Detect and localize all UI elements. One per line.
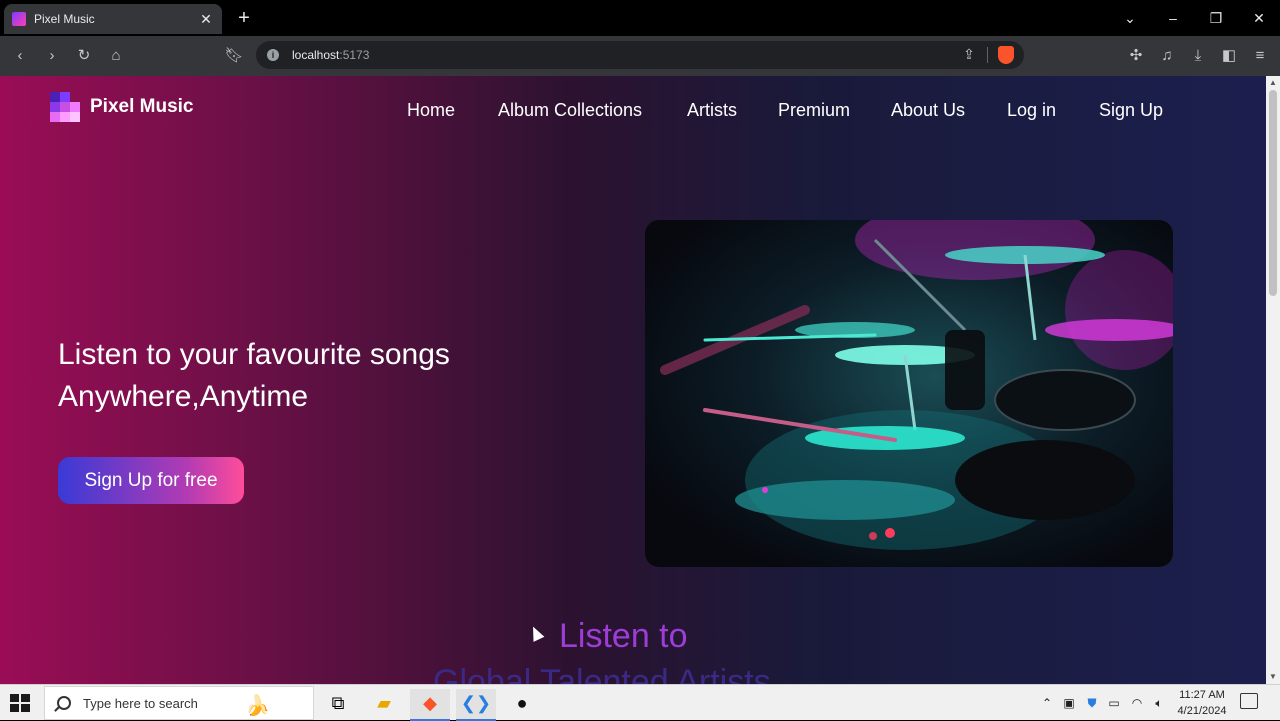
- address-url: localhost:5173: [292, 48, 369, 62]
- scroll-thumb[interactable]: [1269, 90, 1277, 296]
- file-explorer-icon[interactable]: ▰: [364, 689, 404, 721]
- search-icon: [57, 696, 71, 710]
- taskbar-search-box[interactable]: Type here to search 🍌: [44, 686, 314, 720]
- security-shield-icon[interactable]: ⛊: [1084, 685, 1100, 721]
- notifications-icon[interactable]: [1240, 693, 1258, 709]
- nav-home[interactable]: Home: [407, 100, 455, 121]
- clock-date: 4/21/2024: [1177, 705, 1227, 717]
- hero-heading: Listen to your favourite songs Anywhere,…: [58, 334, 450, 418]
- tab-title: Pixel Music: [34, 12, 95, 26]
- page-viewport: Pixel Music Home Album Collections Artis…: [0, 76, 1266, 684]
- search-highlight-icon[interactable]: 🍌: [245, 693, 270, 718]
- forward-icon[interactable]: ›: [40, 44, 64, 68]
- windows-taskbar: Type here to search 🍌 ⧉ ▰ ◆ ❮❯ ● ⌃ ▣ ⛊ ▭…: [0, 684, 1280, 721]
- scroll-up-icon[interactable]: ▲: [1266, 76, 1280, 90]
- obs-app-icon[interactable]: ●: [502, 689, 542, 721]
- site-info-icon[interactable]: i: [267, 49, 279, 61]
- section-heading-line-2: Global Talented Artists: [433, 663, 771, 684]
- tab-favicon-icon: [12, 12, 26, 26]
- close-window-button[interactable]: ✕: [1247, 6, 1271, 30]
- extensions-icon[interactable]: ✣: [1124, 44, 1148, 68]
- menu-icon[interactable]: ≡: [1248, 44, 1272, 68]
- network-icon[interactable]: ◠: [1128, 685, 1146, 721]
- brave-browser-icon[interactable]: ◆: [410, 689, 450, 721]
- download-icon[interactable]: ⤓: [1186, 44, 1210, 68]
- tray-app-icon[interactable]: ▣: [1060, 685, 1078, 721]
- sign-up-free-button[interactable]: Sign Up for free: [58, 457, 244, 504]
- nav-sign-up[interactable]: Sign Up: [1099, 100, 1163, 121]
- omnibox-divider: [987, 47, 988, 63]
- nav-premium[interactable]: Premium: [778, 100, 850, 121]
- volume-icon[interactable]: 🔈︎: [1150, 685, 1168, 721]
- main-nav: Home Album Collections Artists Premium A…: [0, 100, 1266, 124]
- url-host: localhost: [292, 48, 340, 62]
- new-tab-button[interactable]: +: [234, 6, 254, 30]
- task-view-icon[interactable]: ⧉: [318, 689, 358, 721]
- battery-icon[interactable]: ▭: [1106, 685, 1122, 721]
- share-icon[interactable]: ⇪: [960, 46, 978, 63]
- nav-log-in[interactable]: Log in: [1007, 100, 1056, 121]
- tab-search-chevron-icon[interactable]: ⌄: [1118, 6, 1142, 30]
- address-bar[interactable]: i localhost:5173 ⇪: [256, 41, 1024, 69]
- taskbar-search-placeholder: Type here to search: [83, 695, 198, 711]
- restore-button[interactable]: ❐: [1204, 6, 1228, 30]
- clock-time: 11:27 AM: [1179, 689, 1225, 701]
- url-port: :5173: [339, 48, 370, 62]
- back-icon[interactable]: ‹: [8, 44, 32, 68]
- bookmark-icon[interactable]: 🔖︎: [222, 44, 246, 68]
- close-tab-icon[interactable]: ✕: [198, 11, 214, 28]
- nav-artists[interactable]: Artists: [687, 100, 737, 121]
- browser-tab-bar: Pixel Music ✕ + ⌄ – ❐ ✕: [0, 0, 1280, 36]
- sidebar-icon[interactable]: ◧: [1217, 44, 1241, 68]
- minimize-button[interactable]: –: [1161, 6, 1185, 30]
- scroll-down-icon[interactable]: ▼: [1266, 670, 1280, 684]
- hero-drums-image: [645, 220, 1173, 567]
- hero-heading-line-1: Listen to your favourite songs: [58, 338, 450, 371]
- windows-start-icon[interactable]: [10, 694, 30, 712]
- reload-icon[interactable]: ↻: [72, 44, 96, 68]
- browser-tab[interactable]: Pixel Music ✕: [4, 4, 222, 34]
- taskbar-clock[interactable]: 11:27 AM 4/21/2024: [1172, 687, 1232, 719]
- brave-shields-icon[interactable]: [998, 46, 1014, 64]
- hero-heading-line-2: Anywhere,Anytime: [58, 380, 309, 413]
- nav-about-us[interactable]: About Us: [891, 100, 965, 121]
- media-icon[interactable]: ♫: [1155, 44, 1179, 68]
- vscode-icon[interactable]: ❮❯: [456, 689, 496, 721]
- mouse-cursor-icon: [527, 624, 545, 642]
- nav-album-collections[interactable]: Album Collections: [498, 100, 642, 121]
- page-scrollbar[interactable]: ▲ ▼: [1266, 76, 1280, 684]
- section-heading-line-1: Listen to: [559, 617, 688, 655]
- home-icon[interactable]: ⌂: [104, 44, 128, 68]
- tray-overflow-icon[interactable]: ⌃: [1040, 685, 1054, 721]
